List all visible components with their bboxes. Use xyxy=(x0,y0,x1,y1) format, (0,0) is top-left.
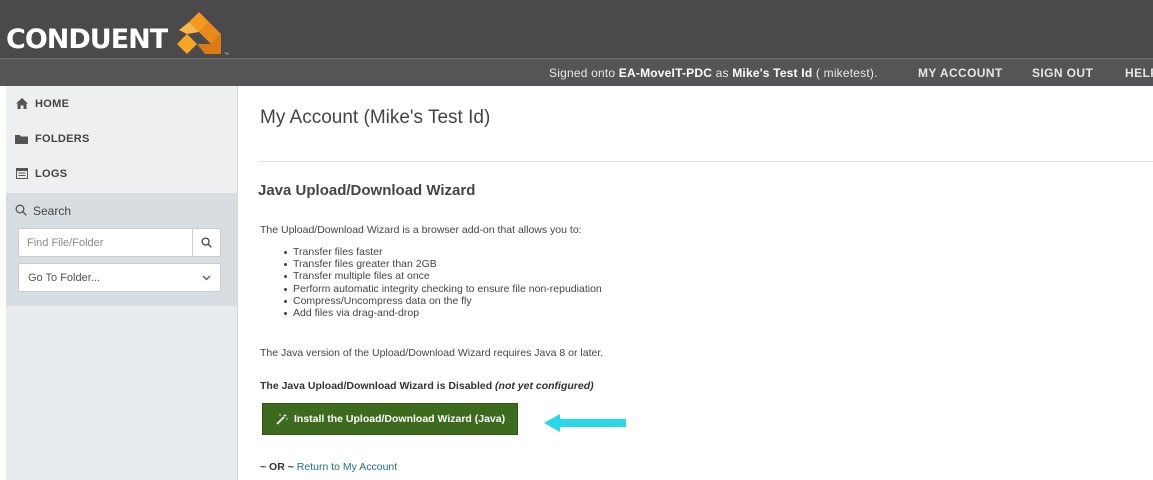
list-item: Compress/Uncompress data on the fly xyxy=(283,295,602,307)
logs-icon xyxy=(15,168,28,180)
signed-in-status: Signed onto EA-MoveIT-PDC as Mike's Test… xyxy=(549,66,878,80)
feature-list: Transfer files faster Transfer files gre… xyxy=(283,246,602,319)
app-header: CONDUENT ™ xyxy=(0,0,1153,58)
java-requirement-text: The Java version of the Upload/Download … xyxy=(260,347,604,359)
my-account-link[interactable]: MY ACCOUNT xyxy=(918,66,1003,80)
sidebar-item-label: LOGS xyxy=(35,167,68,180)
chevron-down-icon xyxy=(202,275,211,280)
install-wizard-label: Install the Upload/Download Wizard (Java… xyxy=(294,413,506,425)
intro-text: The Upload/Download Wizard is a browser … xyxy=(260,224,582,236)
status-label: The Java Upload/Download Wizard is Disab… xyxy=(260,380,496,392)
sidebar-item-folders[interactable]: FOLDERS xyxy=(6,121,237,156)
list-item: Transfer files faster xyxy=(283,246,602,258)
search-field xyxy=(18,228,221,257)
magic-wand-icon xyxy=(276,413,288,425)
page-title: My Account (Mike's Test Id) xyxy=(260,107,491,128)
divider xyxy=(258,161,1153,162)
sidebar: HOME FOLDERS LOGS Search Find File/Folde… xyxy=(6,86,238,480)
user-name: Mike's Test Id xyxy=(732,66,813,80)
search-button[interactable] xyxy=(192,229,220,256)
sidebar-item-logs[interactable]: LOGS xyxy=(6,156,237,191)
list-item: Add files via drag-and-drop xyxy=(283,307,602,319)
go-to-folder-select[interactable]: Go To Folder... xyxy=(18,263,221,292)
user-id: ( miketest). xyxy=(812,66,878,80)
search-heading: Search xyxy=(6,194,237,228)
wizard-status: The Java Upload/Download Wizard is Disab… xyxy=(260,380,594,392)
search-input[interactable] xyxy=(19,229,192,256)
list-item: Transfer multiple files at once xyxy=(283,270,602,282)
install-wizard-button[interactable]: Install the Upload/Download Wizard (Java… xyxy=(262,403,518,435)
logo-text: CONDUENT xyxy=(6,24,168,55)
main-content: My Account (Mike's Test Id) Java Upload/… xyxy=(239,86,1153,480)
search-title: Search xyxy=(33,204,72,218)
section-title: Java Upload/Download Wizard xyxy=(258,182,476,199)
list-item: Perform automatic integrity checking to … xyxy=(283,283,602,295)
status-note: (not yet configured) xyxy=(495,380,594,392)
search-icon xyxy=(201,237,212,248)
alternative-option: ~ OR ~ Return to My Account xyxy=(260,461,397,473)
sign-out-link[interactable]: SIGN OUT xyxy=(1032,66,1093,80)
return-to-my-account-link[interactable]: Return to My Account xyxy=(297,461,397,473)
or-text: ~ OR ~ xyxy=(260,461,294,473)
sidebar-nav: HOME FOLDERS LOGS xyxy=(6,86,237,193)
server-name: EA-MoveIT-PDC xyxy=(618,66,713,80)
sidebar-item-label: FOLDERS xyxy=(35,132,90,145)
sidebar-item-label: HOME xyxy=(35,97,70,110)
sidebar-item-home[interactable]: HOME xyxy=(6,86,237,121)
search-icon xyxy=(15,204,27,219)
list-item: Transfer files greater than 2GB xyxy=(283,258,602,270)
go-to-folder-value: Go To Folder... xyxy=(28,271,100,284)
signed-as: as xyxy=(712,66,733,80)
folder-icon xyxy=(15,133,28,145)
conduent-logo[interactable]: CONDUENT ™ xyxy=(6,10,229,58)
help-link[interactable]: HELP xyxy=(1125,66,1153,80)
signed-prefix: Signed onto xyxy=(549,66,619,80)
conduent-logo-mark-icon: ™ xyxy=(175,10,229,58)
sidebar-search-panel: Search Go To Folder... xyxy=(6,193,237,306)
top-nav-bar: Signed onto EA-MoveIT-PDC as Mike's Test… xyxy=(0,58,1153,86)
pointer-arrow-icon xyxy=(544,414,626,432)
home-icon xyxy=(15,98,28,110)
